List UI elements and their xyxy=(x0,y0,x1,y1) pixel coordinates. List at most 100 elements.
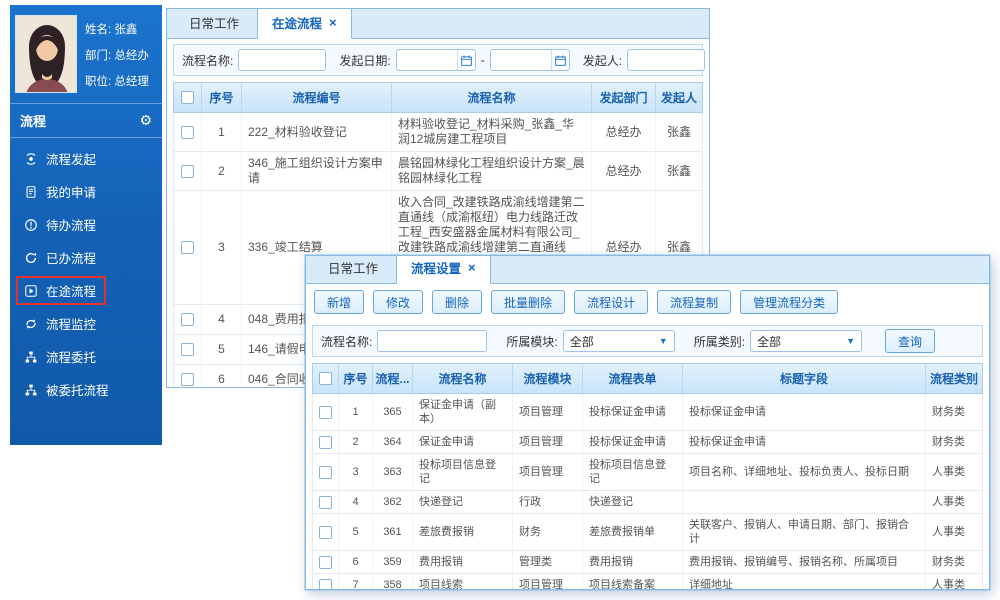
header-initiator[interactable]: 发起人 xyxy=(656,83,702,112)
tab-daily-work[interactable]: 日常工作 xyxy=(175,8,253,38)
table-row: 2346_施工组织设计方案申请晨铭园林绿化工程组织设计方案_晨铭园林绿化工程总经… xyxy=(174,152,702,191)
sidebar-item-delegated-processes[interactable]: 被委托流程 xyxy=(10,373,162,406)
header-department[interactable]: 发起部门 xyxy=(592,83,656,112)
cell-seq: 4 xyxy=(339,491,373,513)
category-label: 所属类别: xyxy=(694,333,745,350)
header-process-form[interactable]: 流程表单 xyxy=(583,364,683,393)
header-process-module[interactable]: 流程模块 xyxy=(513,364,583,393)
start-date-label: 发起日期: xyxy=(339,52,390,69)
sidebar-item-my-applications[interactable]: 我的申请 xyxy=(10,175,162,208)
cell-seq: 7 xyxy=(339,574,373,590)
exclamation-icon xyxy=(23,217,39,233)
header-seq[interactable]: 序号 xyxy=(202,83,242,112)
cell-seq: 4 xyxy=(202,305,242,334)
select-all-checkbox[interactable] xyxy=(181,91,194,104)
red-highlight-box: 在途流程 xyxy=(16,276,106,305)
header-process-category[interactable]: 流程类别 xyxy=(926,364,982,393)
add-button[interactable]: 新增 xyxy=(314,290,364,314)
batch-delete-button[interactable]: 批量删除 xyxy=(491,290,565,314)
category-select-value: 全部 xyxy=(757,333,781,350)
date-from-text[interactable] xyxy=(397,51,457,69)
row-checkbox[interactable] xyxy=(319,436,332,449)
header-process-name[interactable]: 流程名称 xyxy=(392,83,592,112)
sitemap-icon xyxy=(23,382,39,398)
sidebar-item-in-transit-processes[interactable]: 在途流程 xyxy=(10,274,162,307)
cell-seq: 1 xyxy=(202,113,242,151)
header-title-fields[interactable]: 标题字段 xyxy=(683,364,926,393)
calendar-icon[interactable] xyxy=(457,50,475,70)
tab-daily-work[interactable]: 日常工作 xyxy=(314,255,392,283)
menu-item-inner: 待办流程 xyxy=(16,210,106,239)
row-checkbox[interactable] xyxy=(319,556,332,569)
row-checkbox[interactable] xyxy=(181,373,194,386)
process-copy-button[interactable]: 流程复制 xyxy=(657,290,731,314)
cell-process-category: 人事类 xyxy=(926,454,982,490)
table-row: 1365保证金申请（副本）项目管理投标保证金申请投标保证金申请财务类 xyxy=(313,394,982,431)
initiator-input[interactable] xyxy=(627,49,705,71)
gear-icon[interactable]: ⚙ xyxy=(139,112,152,129)
sidebar-item-todo-processes[interactable]: 待办流程 xyxy=(10,208,162,241)
broadcast-icon xyxy=(23,151,39,167)
header-process-name[interactable]: 流程名称 xyxy=(413,364,513,393)
cell-process-code: 346_施工组织设计方案申请 xyxy=(242,152,392,190)
module-select[interactable]: 全部 ▼ xyxy=(563,330,675,352)
cell-process-category: 财务类 xyxy=(926,551,982,573)
cell-process-module: 财务 xyxy=(513,514,583,550)
chevron-down-icon: ▼ xyxy=(846,336,855,346)
cell-title-fields: 项目名称、详细地址、投标负责人、投标日期 xyxy=(683,454,926,490)
date-to-input[interactable] xyxy=(490,49,570,71)
date-to-text[interactable] xyxy=(491,51,551,69)
row-checkbox[interactable] xyxy=(319,579,332,591)
select-all-checkbox[interactable] xyxy=(319,372,332,385)
tab-label: 日常工作 xyxy=(328,258,378,277)
panel1-table-header: 序号 流程编号 流程名称 发起部门 发起人 xyxy=(173,82,703,113)
calendar-icon[interactable] xyxy=(551,50,569,70)
checkbox-cell xyxy=(174,305,202,334)
cell-title-fields: 关联客户、报销人、申请日期、部门、报销合计 xyxy=(683,514,926,550)
modify-button[interactable]: 修改 xyxy=(373,290,423,314)
menu-item-inner: 已办流程 xyxy=(16,243,106,272)
tab-process-settings[interactable]: 流程设置 × xyxy=(396,255,491,284)
cell-process-name: 材料验收登记_材料采购_张鑫_华润12城房建工程项目 xyxy=(392,113,592,151)
close-icon[interactable]: × xyxy=(329,16,337,29)
close-icon[interactable]: × xyxy=(468,261,476,274)
query-button[interactable]: 查询 xyxy=(885,329,935,353)
row-checkbox[interactable] xyxy=(319,496,332,509)
menu-item-inner: 流程委托 xyxy=(16,342,106,371)
category-select[interactable]: 全部 ▼ xyxy=(750,330,862,352)
sidebar-item-done-processes[interactable]: 已办流程 xyxy=(10,241,162,274)
sidebar-item-process-initiate[interactable]: 流程发起 xyxy=(10,142,162,175)
cell-initiator: 张鑫 xyxy=(656,113,702,151)
cell-process-module: 管理类 xyxy=(513,551,583,573)
avatar-photo-icon xyxy=(16,16,77,93)
sidebar-item-process-monitor[interactable]: 流程监控 xyxy=(10,307,162,340)
checkbox-cell xyxy=(313,551,339,573)
cell-department: 总经办 xyxy=(592,113,656,151)
tab-in-transit-processes[interactable]: 在途流程 × xyxy=(257,8,352,39)
header-seq[interactable]: 序号 xyxy=(339,364,373,393)
manage-category-button[interactable]: 管理流程分类 xyxy=(740,290,838,314)
row-checkbox[interactable] xyxy=(181,241,194,254)
process-name-label: 流程名称: xyxy=(182,52,233,69)
process-name-input[interactable] xyxy=(238,49,326,71)
table-row: 1222_材料验收登记材料验收登记_材料采购_张鑫_华润12城房建工程项目总经办… xyxy=(174,113,702,152)
delete-button[interactable]: 删除 xyxy=(432,290,482,314)
header-process-code[interactable]: 流程编号 xyxy=(242,83,392,112)
process-name-input[interactable] xyxy=(377,330,487,352)
row-checkbox[interactable] xyxy=(181,126,194,139)
process-design-button[interactable]: 流程设计 xyxy=(574,290,648,314)
row-checkbox[interactable] xyxy=(319,406,332,419)
cell-seq: 5 xyxy=(339,514,373,550)
row-checkbox[interactable] xyxy=(181,313,194,326)
row-checkbox[interactable] xyxy=(181,165,194,178)
sidebar-item-label: 被委托流程 xyxy=(46,380,109,399)
header-process-number[interactable]: 流程... xyxy=(373,364,413,393)
row-checkbox[interactable] xyxy=(319,526,332,539)
row-checkbox[interactable] xyxy=(319,466,332,479)
checkbox-cell xyxy=(313,394,339,430)
sidebar-section-title: 流程 xyxy=(20,111,46,130)
cell-process-number: 359 xyxy=(373,551,413,573)
sidebar-item-process-delegation[interactable]: 流程委托 xyxy=(10,340,162,373)
date-from-input[interactable] xyxy=(396,49,476,71)
row-checkbox[interactable] xyxy=(181,343,194,356)
